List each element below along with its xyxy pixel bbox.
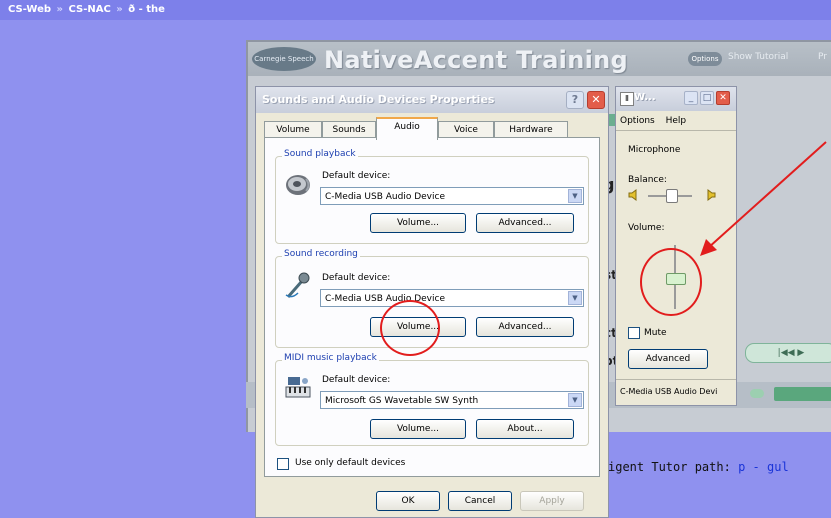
playback-device-value: C-Media USB Audio Device <box>325 192 445 202</box>
volume-titlebar: Ⅱ W... _ □ ✕ <box>616 87 736 111</box>
playback-navigation[interactable]: |◀◀ ▶ <box>745 343 831 363</box>
green-control[interactable] <box>774 387 831 401</box>
playback-device-select[interactable]: C-Media USB Audio Device ▼ <box>320 187 584 205</box>
status-indicator <box>750 389 764 398</box>
speaker-left-icon <box>628 189 637 201</box>
speaker-icon <box>286 175 310 195</box>
menu-help[interactable]: Help <box>666 116 687 126</box>
volume-menu-bar: Options Help <box>620 116 694 126</box>
playback-advanced-button[interactable]: Advanced... <box>476 213 574 233</box>
menu-options[interactable]: Options <box>620 116 655 126</box>
playback-volume-button[interactable]: Volume... <box>370 213 466 233</box>
chevron-down-icon[interactable]: ▼ <box>568 393 582 407</box>
red-arrow <box>700 141 827 256</box>
use-only-default-checkbox[interactable] <box>277 458 289 470</box>
tab-audio[interactable]: Audio <box>376 117 438 140</box>
volume-label: Volume: <box>628 223 665 233</box>
balance-label: Balance: <box>628 175 667 185</box>
minimize-button[interactable]: _ <box>684 91 698 105</box>
midi-about-button[interactable]: About... <box>476 419 574 439</box>
balance-slider-thumb[interactable] <box>666 189 678 203</box>
recording-device-value: C-Media USB Audio Device <box>325 294 445 304</box>
playback-default-label: Default device: <box>322 171 391 181</box>
tab-volume[interactable]: Volume <box>264 121 322 138</box>
nativeaccent-header: Carnegie Speech NativeAccent Training Op… <box>248 42 831 76</box>
status-bar: C-Media USB Audio Devi <box>616 379 736 403</box>
tutor-path: igent Tutor path: p - gul <box>608 460 789 474</box>
sounds-audio-dialog: Sounds and Audio Devices Properties ? ✕ … <box>255 86 609 518</box>
sound-playback-group: Sound playback Default device: C-Media U… <box>275 149 589 244</box>
chevron-down-icon[interactable]: ▼ <box>568 189 582 203</box>
volume-window-title: W... <box>634 92 656 103</box>
menu-divider <box>616 130 736 131</box>
tutor-path-prefix: igent Tutor path: <box>608 460 731 474</box>
tutor-path-dash: - <box>752 460 760 474</box>
tab-hardware[interactable]: Hardware <box>494 121 568 138</box>
dialog-titlebar: Sounds and Audio Devices Properties ? ✕ <box>256 87 608 113</box>
ok-button[interactable]: OK <box>376 491 440 511</box>
show-tutorial-link[interactable]: Show Tutorial <box>728 52 788 62</box>
dialog-title: Sounds and Audio Devices Properties <box>262 93 495 106</box>
tab-voice[interactable]: Voice <box>438 121 494 138</box>
recording-default-label: Default device: <box>322 273 391 283</box>
audio-tab-panel: Sound playback Default device: C-Media U… <box>264 137 600 477</box>
options-button[interactable]: Options <box>688 52 722 66</box>
cancel-button[interactable]: Cancel <box>448 491 512 511</box>
midi-volume-button[interactable]: Volume... <box>370 419 466 439</box>
microphone-section-label: Microphone <box>628 145 681 155</box>
apply-button[interactable]: Apply <box>520 491 584 511</box>
nativeaccent-logo: Carnegie Speech <box>252 47 316 71</box>
microphone-icon <box>285 272 310 298</box>
use-only-default-label: Use only default devices <box>295 458 406 468</box>
midi-device-value: Microsoft GS Wavetable SW Synth <box>325 396 479 406</box>
breadcrumb-link-cs-web[interactable]: CS-Web <box>8 4 51 15</box>
chevron-down-icon[interactable]: ▼ <box>568 291 582 305</box>
midi-keyboard-icon <box>285 377 311 398</box>
help-button[interactable]: ? <box>566 91 584 109</box>
close-button[interactable]: ✕ <box>587 91 605 109</box>
tutor-path-link-p[interactable]: p <box>738 460 745 474</box>
breadcrumb-current: ð - the <box>128 4 165 15</box>
breadcrumb-separator: » <box>116 4 123 15</box>
close-button[interactable]: ✕ <box>716 91 730 105</box>
recording-advanced-button[interactable]: Advanced... <box>476 317 574 337</box>
volume-app-icon: Ⅱ <box>620 92 634 106</box>
advanced-button[interactable]: Advanced <box>628 349 708 369</box>
nativeaccent-title: NativeAccent Training <box>324 46 628 74</box>
sound-playback-label: Sound playback <box>282 149 358 159</box>
midi-default-label: Default device: <box>322 375 391 385</box>
breadcrumb-link-cs-nac[interactable]: CS-NAC <box>68 4 110 15</box>
highlight-circle-volume-button <box>380 300 440 356</box>
midi-device-select[interactable]: Microsoft GS Wavetable SW Synth ▼ <box>320 391 584 409</box>
breadcrumb-separator: » <box>56 4 63 15</box>
sound-recording-label: Sound recording <box>282 249 360 259</box>
mute-checkbox[interactable] <box>628 327 640 339</box>
mute-label: Mute <box>644 328 667 338</box>
midi-playback-group: MIDI music playback Default device: Micr… <box>275 353 589 446</box>
tab-sounds[interactable]: Sounds <box>322 121 376 138</box>
midi-playback-label: MIDI music playback <box>282 353 379 363</box>
breadcrumb: CS-Web » CS-NAC » ð - the <box>0 0 831 20</box>
maximize-button[interactable]: □ <box>700 91 714 105</box>
tutor-path-link-gul[interactable]: gul <box>767 460 789 474</box>
header-link-pr[interactable]: Pr <box>818 52 827 62</box>
recording-device-select[interactable]: C-Media USB Audio Device ▼ <box>320 289 584 307</box>
